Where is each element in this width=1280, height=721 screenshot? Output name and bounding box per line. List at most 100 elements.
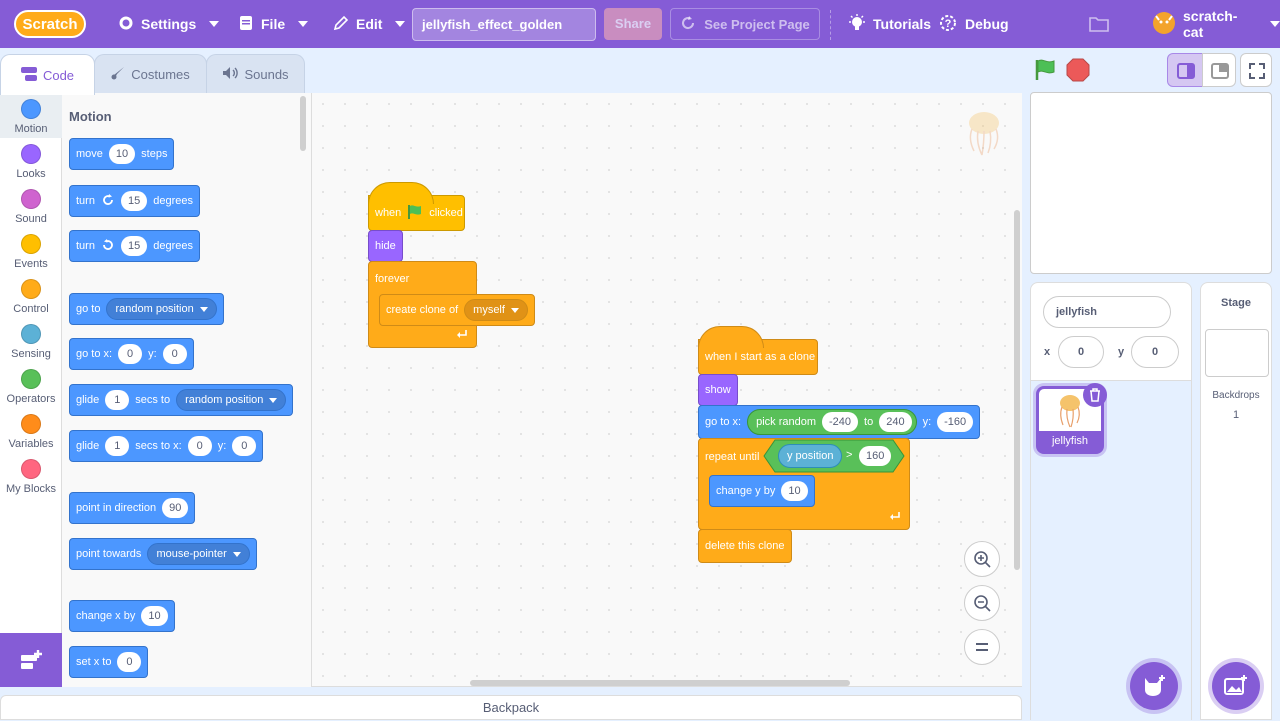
block-go-to-xy-script[interactable]: go to x: pick random -240 to 240 y: -160: [698, 405, 981, 439]
project-title-input[interactable]: jellyfish_effect_golden: [412, 8, 596, 41]
block-change-x[interactable]: change x by 10: [69, 600, 175, 632]
block-input[interactable]: 90: [162, 498, 189, 518]
delete-sprite-button[interactable]: [1083, 383, 1107, 407]
block-input[interactable]: 10: [108, 144, 136, 164]
block-glide-to[interactable]: glide 1 secs to random position: [69, 384, 294, 416]
edit-menu[interactable]: Edit: [333, 0, 406, 48]
fullscreen-button[interactable]: [1240, 53, 1272, 87]
block-text: secs to: [135, 394, 171, 406]
block-delete-clone[interactable]: delete this clone: [698, 529, 792, 563]
palette-scrollbar[interactable]: [300, 96, 306, 151]
block-go-to-xy[interactable]: go to x: 0 y: 0: [69, 338, 194, 370]
block-input[interactable]: 0: [232, 436, 257, 456]
block-input[interactable]: 10: [781, 481, 808, 501]
block-input[interactable]: -240: [822, 412, 859, 432]
sprite-tile[interactable]: jellyfish: [1036, 383, 1107, 454]
tab-sounds[interactable]: Sounds: [206, 54, 305, 94]
block-input[interactable]: 0: [118, 344, 143, 364]
category-events[interactable]: Events: [0, 228, 62, 273]
block-change-y[interactable]: change y by 10: [709, 475, 815, 507]
category-variables[interactable]: Variables: [0, 408, 62, 453]
block-palette: Motion move 10 steps turn 15 degrees turn 1…: [62, 93, 312, 687]
block-input[interactable]: 240: [879, 412, 912, 432]
workspace-horizontal-scrollbar[interactable]: [470, 680, 850, 686]
see-project-page-button[interactable]: See Project Page: [670, 8, 820, 40]
block-show[interactable]: show: [698, 374, 738, 406]
script-workspace[interactable]: when clicked hide forever create clone o…: [312, 93, 1022, 687]
block-glide-xy[interactable]: glide 1 secs to x: 0 y: 0: [69, 430, 264, 462]
scratch-logo[interactable]: Scratch: [14, 9, 86, 39]
block-pick-random[interactable]: pick random -240 to 240: [747, 409, 917, 435]
block-point-towards[interactable]: point towards mouse-pointer: [69, 538, 257, 570]
stop-icon[interactable]: [1066, 58, 1090, 85]
category-sensing[interactable]: Sensing: [0, 318, 62, 363]
zoom-out-button[interactable]: [964, 585, 1000, 621]
tab-code[interactable]: Code: [0, 54, 95, 95]
category-sound[interactable]: Sound: [0, 183, 62, 228]
menu-divider: [830, 10, 831, 40]
block-input[interactable]: 10: [141, 606, 168, 626]
block-y-position[interactable]: y position: [778, 444, 843, 468]
block-set-x[interactable]: set x to 0: [69, 646, 149, 678]
block-dropdown[interactable]: random position: [176, 389, 287, 411]
block-move-steps[interactable]: move 10 steps: [69, 138, 175, 170]
block-when-flag-clicked[interactable]: when clicked: [368, 182, 465, 231]
category-operators[interactable]: Operators: [0, 363, 62, 408]
zoom-in-button[interactable]: [964, 541, 1000, 577]
dropdown-value: random position: [185, 394, 264, 406]
sprite-y-input[interactable]: 0: [1131, 336, 1179, 368]
jellyfish-watermark-icon: [964, 109, 1004, 162]
block-point-in-direction[interactable]: point in direction 90: [69, 492, 196, 524]
stage-selector[interactable]: Stage Backdrops 1: [1200, 282, 1272, 720]
block-dropdown[interactable]: mouse-pointer: [147, 543, 250, 565]
block-turn-right[interactable]: turn 15 degrees: [69, 185, 200, 217]
block-input[interactable]: 15: [120, 191, 148, 211]
block-input[interactable]: 15: [120, 236, 148, 256]
block-create-clone[interactable]: create clone of myself: [379, 294, 535, 326]
block-input[interactable]: 1: [105, 436, 130, 456]
tutorials-button[interactable]: Tutorials: [848, 0, 931, 48]
category-label: Variables: [8, 438, 54, 450]
category-label: My Blocks: [5, 483, 57, 495]
block-text: move: [76, 148, 103, 160]
category-my-blocks[interactable]: My Blocks: [0, 453, 62, 498]
account-menu[interactable]: scratch-cat: [1152, 0, 1280, 48]
block-text: hide: [375, 240, 396, 252]
tab-costumes[interactable]: Costumes: [94, 54, 207, 94]
block-dropdown[interactable]: random position: [106, 298, 217, 320]
green-flag-icon[interactable]: [1034, 58, 1058, 85]
block-input[interactable]: -160: [937, 412, 974, 432]
backdrop-thumbnail[interactable]: [1205, 329, 1269, 377]
backpack-bar[interactable]: Backpack: [0, 695, 1022, 720]
share-button[interactable]: Share: [604, 8, 662, 40]
category-motion[interactable]: Motion: [0, 93, 62, 138]
block-input[interactable]: 1: [105, 390, 130, 410]
block-input[interactable]: 160: [859, 446, 892, 466]
workspace-vertical-scrollbar[interactable]: [1014, 210, 1020, 570]
category-looks[interactable]: Looks: [0, 138, 62, 183]
block-input[interactable]: 0: [117, 652, 142, 672]
add-extension-button[interactable]: [0, 633, 62, 687]
settings-menu[interactable]: Settings: [118, 0, 220, 48]
stage-canvas[interactable]: [1030, 92, 1272, 274]
block-input[interactable]: 0: [162, 344, 187, 364]
choose-sprite-button[interactable]: [1130, 662, 1178, 710]
block-hide[interactable]: hide: [368, 230, 403, 262]
sprite-name-input[interactable]: jellyfish: [1043, 296, 1171, 328]
large-stage-button[interactable]: [1202, 53, 1236, 87]
rotate-left-icon: [101, 238, 115, 255]
block-when-i-start-as-clone[interactable]: when I start as a clone: [698, 326, 818, 375]
zoom-reset-button[interactable]: [964, 629, 1000, 665]
folder-icon[interactable]: [1088, 14, 1110, 37]
block-dropdown[interactable]: myself: [464, 299, 528, 321]
small-stage-button[interactable]: [1167, 53, 1203, 87]
file-menu[interactable]: File: [238, 0, 309, 48]
block-input[interactable]: 0: [187, 436, 212, 456]
category-control[interactable]: Control: [0, 273, 62, 318]
block-greater-than[interactable]: y position > 160: [763, 439, 905, 473]
choose-backdrop-button[interactable]: [1212, 662, 1260, 710]
block-go-to[interactable]: go to random position: [69, 293, 224, 325]
sprite-x-input[interactable]: 0: [1058, 336, 1104, 368]
debug-button[interactable]: ? Debug: [938, 0, 1009, 48]
block-turn-left[interactable]: turn 15 degrees: [69, 230, 200, 262]
